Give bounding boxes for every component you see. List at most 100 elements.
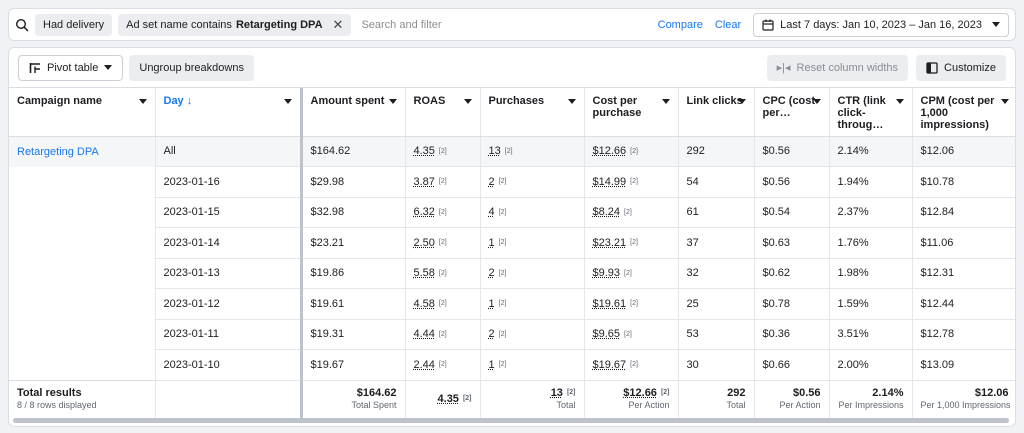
attribution-note[interactable]: [2] — [630, 178, 638, 185]
chevron-down-icon[interactable] — [895, 99, 904, 104]
chevron-down-icon[interactable] — [138, 99, 147, 104]
chevron-down-icon[interactable] — [463, 99, 472, 104]
attribution-note[interactable]: [2] — [499, 361, 507, 368]
attribution-note[interactable]: [2] — [439, 331, 447, 338]
chevron-down-icon[interactable] — [567, 99, 576, 104]
table-row: 2023-01-11 $19.31 4.44 [2] 2 [2] $9.65 [2] 53 $0.… — [9, 319, 1015, 350]
total-cpp-caption: Per Action — [628, 400, 670, 411]
attribution-note[interactable]: [2] — [630, 239, 638, 246]
column-header-purchases[interactable]: Purchases — [480, 88, 585, 137]
roas-cell-link[interactable]: 2.44 — [414, 359, 435, 371]
attribution-note[interactable]: [2] — [499, 331, 507, 338]
attribution-note[interactable]: [2] — [630, 148, 638, 155]
cost-per-purchase-cell-link[interactable]: $9.65 — [593, 328, 621, 340]
attribution-note[interactable]: [2] — [505, 148, 513, 155]
cpm-cell: $12.06 — [912, 136, 1015, 167]
total-ctr-caption: Per Impressions — [838, 400, 904, 411]
purchases-cell-link[interactable]: 2 — [489, 328, 495, 340]
roas-cell-link[interactable]: 4.44 — [414, 328, 435, 340]
date-range-picker[interactable]: Last 7 days: Jan 10, 2023 – Jan 16, 2023 — [753, 12, 1009, 37]
pivot-table-button[interactable]: Pivot table — [18, 54, 124, 81]
compare-link[interactable]: Compare — [658, 19, 703, 31]
total-roas-value[interactable]: 4.35 — [438, 393, 459, 405]
attribution-note[interactable]: [2] — [624, 270, 632, 277]
purchases-cell-link[interactable]: 4 — [489, 206, 495, 218]
column-header-amount-spent[interactable]: Amount spent — [301, 88, 406, 137]
cost-per-purchase-cell-link[interactable]: $19.67 — [593, 359, 627, 371]
attribution-note[interactable]: [2] — [463, 395, 472, 402]
attribution-note[interactable]: [2] — [439, 209, 447, 216]
column-header-cost-per-purchase[interactable]: Cost per purchase — [584, 88, 679, 137]
total-purchases-value[interactable]: 13 — [551, 387, 563, 399]
purchases-cell-link[interactable]: 1 — [489, 237, 495, 249]
column-header-roas[interactable]: ROAS — [405, 88, 481, 137]
ungroup-breakdowns-button[interactable]: Ungroup breakdowns — [129, 54, 254, 81]
column-header-cpm[interactable]: CPM (cost per 1,000 impressions) — [912, 88, 1015, 137]
campaign-link[interactable]: Retargeting DPA — [17, 146, 99, 158]
cost-per-purchase-cell-link[interactable]: $19.61 — [593, 298, 627, 310]
column-header-cpc[interactable]: CPC (cost per… — [754, 88, 830, 137]
ctr-cell: 3.51% — [829, 319, 913, 350]
attribution-note[interactable]: [2] — [499, 270, 507, 277]
attribution-note[interactable]: [2] — [624, 209, 632, 216]
cost-per-purchase-cell-link[interactable]: $14.99 — [593, 176, 627, 188]
roas-cell-link[interactable]: 4.35 — [414, 145, 435, 157]
purchases-cell-link[interactable]: 13 — [489, 145, 501, 157]
campaign-cell-empty — [9, 319, 156, 350]
purchases-cell-link[interactable]: 2 — [489, 267, 495, 279]
purchases-cell-link[interactable]: 1 — [489, 298, 495, 310]
attribution-note[interactable]: [2] — [499, 239, 507, 246]
clear-link[interactable]: Clear — [715, 19, 741, 31]
attribution-note[interactable]: [2] — [439, 239, 447, 246]
roas-cell-link[interactable]: 6.32 — [414, 206, 435, 218]
chevron-down-icon[interactable] — [388, 99, 397, 104]
report-table: Campaign name Day ↓ Amount spent ROAS Pu… — [9, 88, 1015, 418]
reset-column-widths-button[interactable]: ▸|◂ Reset column widths — [766, 54, 909, 81]
cost-per-purchase-cell-link[interactable]: $23.21 — [593, 237, 627, 249]
attribution-note[interactable]: [2] — [630, 300, 638, 307]
purchases-cell-link[interactable]: 2 — [489, 176, 495, 188]
chevron-down-icon[interactable] — [1000, 99, 1009, 104]
filter-chip-ad-set-name[interactable]: Ad set name contains Retargeting DPA ✕ — [118, 13, 352, 36]
chevron-down-icon[interactable] — [812, 99, 821, 104]
column-header-campaign[interactable]: Campaign name — [9, 88, 156, 137]
roas-cell: 2.44 [2] — [405, 349, 481, 381]
attribution-note[interactable]: [2] — [567, 389, 576, 396]
attribution-note[interactable]: [2] — [439, 361, 447, 368]
cost-per-purchase-cell-link[interactable]: $8.24 — [593, 206, 621, 218]
roas-cell-link[interactable]: 3.87 — [414, 176, 435, 188]
attribution-note[interactable]: [2] — [439, 300, 447, 307]
column-header-day[interactable]: Day ↓ — [155, 88, 303, 137]
attribution-note[interactable]: [2] — [439, 270, 447, 277]
roas-cell-link[interactable]: 5.58 — [414, 267, 435, 279]
attribution-note[interactable]: [2] — [630, 361, 638, 368]
chevron-down-icon[interactable] — [283, 99, 292, 104]
close-icon[interactable]: ✕ — [333, 17, 344, 33]
total-cpp-value[interactable]: $12.66 — [623, 387, 657, 399]
cost-per-purchase-cell-link[interactable]: $9.93 — [593, 267, 621, 279]
cost-per-purchase-cell: $9.65 [2] — [584, 319, 679, 350]
chevron-down-icon[interactable] — [661, 99, 670, 104]
column-header-ctr[interactable]: CTR (link click-throug… — [829, 88, 913, 137]
total-cpc-caption: Per Action — [779, 400, 821, 411]
customize-button[interactable]: Customize — [916, 54, 1006, 81]
attribution-note[interactable]: [2] — [499, 300, 507, 307]
column-header-link-clicks[interactable]: Link clicks — [678, 88, 755, 137]
roas-cell-link[interactable]: 2.50 — [414, 237, 435, 249]
attribution-note[interactable]: [2] — [439, 148, 447, 155]
filter-chip-had-delivery[interactable]: Had delivery — [35, 13, 113, 36]
search-icon[interactable] — [15, 18, 29, 32]
total-spent-cell: $164.62 Total Spent — [301, 379, 406, 418]
attribution-note[interactable]: [2] — [439, 178, 447, 185]
chevron-down-icon[interactable] — [737, 99, 746, 104]
attribution-note[interactable]: [2] — [499, 178, 507, 185]
attribution-note[interactable]: [2] — [661, 389, 670, 396]
attribution-note[interactable]: [2] — [499, 209, 507, 216]
purchases-cell-link[interactable]: 1 — [489, 359, 495, 371]
horizontal-scrollbar[interactable] — [13, 418, 1009, 423]
cost-per-purchase-cell-link[interactable]: $12.66 — [593, 145, 627, 157]
search-input[interactable] — [361, 18, 658, 31]
purchases-cell: 1 [2] — [480, 227, 585, 259]
attribution-note[interactable]: [2] — [624, 331, 632, 338]
roas-cell-link[interactable]: 4.58 — [414, 298, 435, 310]
